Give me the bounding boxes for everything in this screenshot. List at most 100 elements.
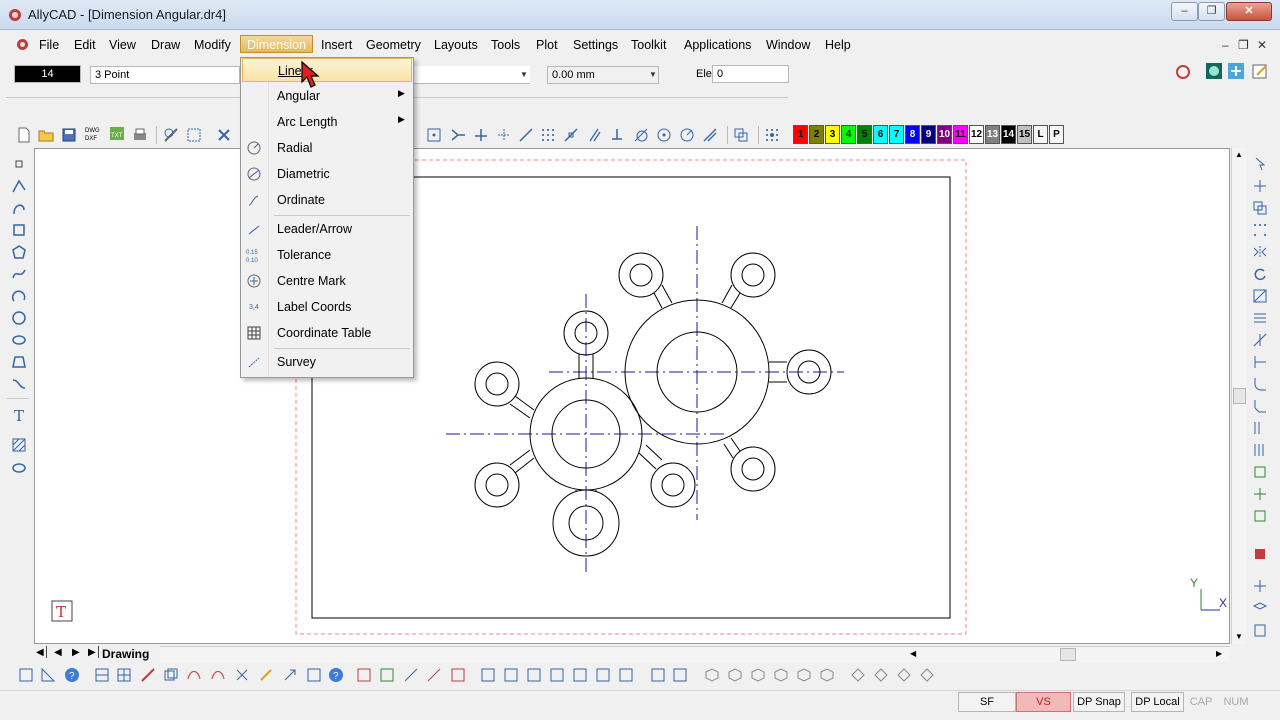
menu-layouts[interactable]: Layouts (428, 36, 484, 54)
render-1-icon[interactable] (850, 667, 866, 683)
menu-insert[interactable]: Insert (315, 36, 358, 54)
frame-icon[interactable] (306, 667, 322, 683)
color-swatch[interactable]: 5 (857, 125, 872, 144)
zoom-previous-icon[interactable] (526, 667, 542, 683)
view-3d-4-icon[interactable] (773, 667, 789, 683)
menu-draw[interactable]: Draw (145, 36, 186, 54)
move-icon[interactable] (1252, 178, 1268, 194)
color-swatch[interactable]: 15 (1017, 125, 1032, 144)
layer-manager-icon[interactable] (18, 667, 34, 683)
menu-tools[interactable]: Tools (485, 36, 526, 54)
help-icon[interactable]: ? (64, 667, 80, 683)
snap-centre-point-icon[interactable] (426, 127, 442, 143)
transform-icon[interactable] (282, 667, 298, 683)
color-swatch[interactable]: 1 (793, 125, 808, 144)
next-sheet-icon[interactable]: ▶ (72, 647, 80, 658)
polygon-icon[interactable] (11, 244, 27, 260)
polyline-icon[interactable] (11, 200, 27, 216)
color-swatch[interactable]: 2 (809, 125, 824, 144)
pencil-icon[interactable] (258, 667, 274, 683)
scroll-up-icon[interactable]: ▲ (1235, 150, 1243, 159)
minimize-button[interactable]: – (1171, 2, 1198, 21)
mdi-minimize-button[interactable]: – (1222, 38, 1229, 52)
offset-icon[interactable] (1252, 420, 1268, 436)
trim-icon[interactable] (1252, 332, 1268, 348)
snap-perpendicular-icon[interactable] (473, 127, 489, 143)
render-3-icon[interactable] (896, 667, 912, 683)
menu-item-leader-arrow[interactable]: Leader/Arrow (242, 217, 412, 241)
snap-midpoint-icon[interactable] (563, 127, 579, 143)
snap-grid-icon[interactable] (540, 127, 556, 143)
edit-sheet-icon[interactable] (1251, 62, 1269, 80)
snap-endpoint-icon[interactable] (609, 127, 625, 143)
menu-modify[interactable]: Modify (188, 36, 237, 54)
properties-icon[interactable] (1252, 578, 1268, 594)
arc-icon[interactable] (11, 288, 27, 304)
mirror-icon[interactable] (1252, 244, 1268, 260)
hatch-icon[interactable] (11, 437, 27, 453)
color-swatch[interactable]: 10 (937, 125, 952, 144)
snap-settings-icon[interactable] (764, 127, 780, 143)
zoom-page-icon[interactable] (572, 667, 588, 683)
snap-tangent-icon[interactable] (633, 127, 649, 143)
scale-icon[interactable] (1252, 288, 1268, 304)
last-sheet-icon[interactable]: ▶│ (88, 647, 102, 658)
menu-item-linear[interactable]: Linear (242, 58, 412, 82)
snap-toggle-3-icon[interactable] (403, 667, 419, 683)
color-swatch[interactable]: 7 (889, 125, 904, 144)
close-button[interactable]: ✕ (1226, 2, 1272, 21)
color-swatch[interactable]: 9 (921, 125, 936, 144)
print-icon[interactable] (132, 127, 148, 143)
thickness-field[interactable]: 0.00 mm (547, 66, 659, 84)
scroll-down-icon[interactable]: ▼ (1235, 632, 1243, 641)
menu-item-centre-mark[interactable]: Centre Mark (242, 269, 412, 293)
status-dp-snap[interactable]: DP Snap (1073, 692, 1125, 712)
tab-drawing[interactable]: Drawing (102, 647, 149, 661)
menu-item-tolerance[interactable]: 0.15 0.10 Tolerance (242, 243, 412, 267)
point-icon[interactable] (11, 156, 27, 172)
menu-file[interactable]: File (33, 36, 65, 54)
text-icon[interactable]: T (11, 407, 27, 423)
query-icon[interactable]: ? (328, 667, 344, 683)
ellipse-icon[interactable] (11, 332, 27, 348)
copy-object-icon[interactable] (163, 667, 179, 683)
zoom-all-icon[interactable] (549, 667, 565, 683)
menu-item-survey[interactable]: Survey (242, 350, 412, 374)
color-swatch[interactable]: 12 (969, 125, 984, 144)
elev-field[interactable]: 0 (712, 65, 789, 83)
snap-circle-centre-icon[interactable] (656, 127, 672, 143)
snap-override-icon[interactable] (733, 127, 749, 143)
menu-geometry[interactable]: Geometry (360, 36, 427, 54)
status-sf[interactable]: SF (958, 692, 1016, 712)
render-4-icon[interactable] (919, 667, 935, 683)
edit-node-icon[interactable] (140, 667, 156, 683)
first-sheet-icon[interactable]: ◀│ (36, 647, 50, 658)
menu-view[interactable]: View (103, 36, 142, 54)
menu-toolkit[interactable]: Toolkit (625, 36, 672, 54)
cloud-icon[interactable] (11, 459, 27, 475)
status-dp-local[interactable]: DP Local (1131, 692, 1184, 712)
menu-plot[interactable]: Plot (530, 36, 564, 54)
pan-icon[interactable] (595, 667, 611, 683)
trapezoid-icon[interactable] (11, 354, 27, 370)
explode-icon[interactable] (1252, 486, 1268, 502)
node-icon[interactable] (234, 667, 250, 683)
color-swatch[interactable]: P (1049, 125, 1064, 144)
snap-quadrant-icon[interactable] (679, 127, 695, 143)
paste-icon[interactable] (1252, 622, 1268, 638)
new-file-icon[interactable] (16, 127, 32, 143)
open-folder-icon[interactable] (38, 127, 54, 143)
snap-parallel-icon[interactable] (586, 127, 602, 143)
menu-dimension[interactable]: Dimension (240, 35, 314, 53)
menu-window[interactable]: Window (760, 36, 816, 54)
layer-field[interactable]: 14 (14, 65, 81, 83)
line-icon[interactable] (11, 178, 27, 194)
color-swatch[interactable]: 13 (985, 125, 1000, 144)
color-swatch[interactable]: 8 (905, 125, 920, 144)
circle-icon[interactable] (11, 310, 27, 326)
redraw-icon[interactable] (618, 667, 634, 683)
view-3d-3-icon[interactable] (750, 667, 766, 683)
snap-nearest-icon[interactable] (702, 127, 718, 143)
linetype-field[interactable] (414, 66, 530, 84)
extend-icon[interactable] (1252, 354, 1268, 370)
